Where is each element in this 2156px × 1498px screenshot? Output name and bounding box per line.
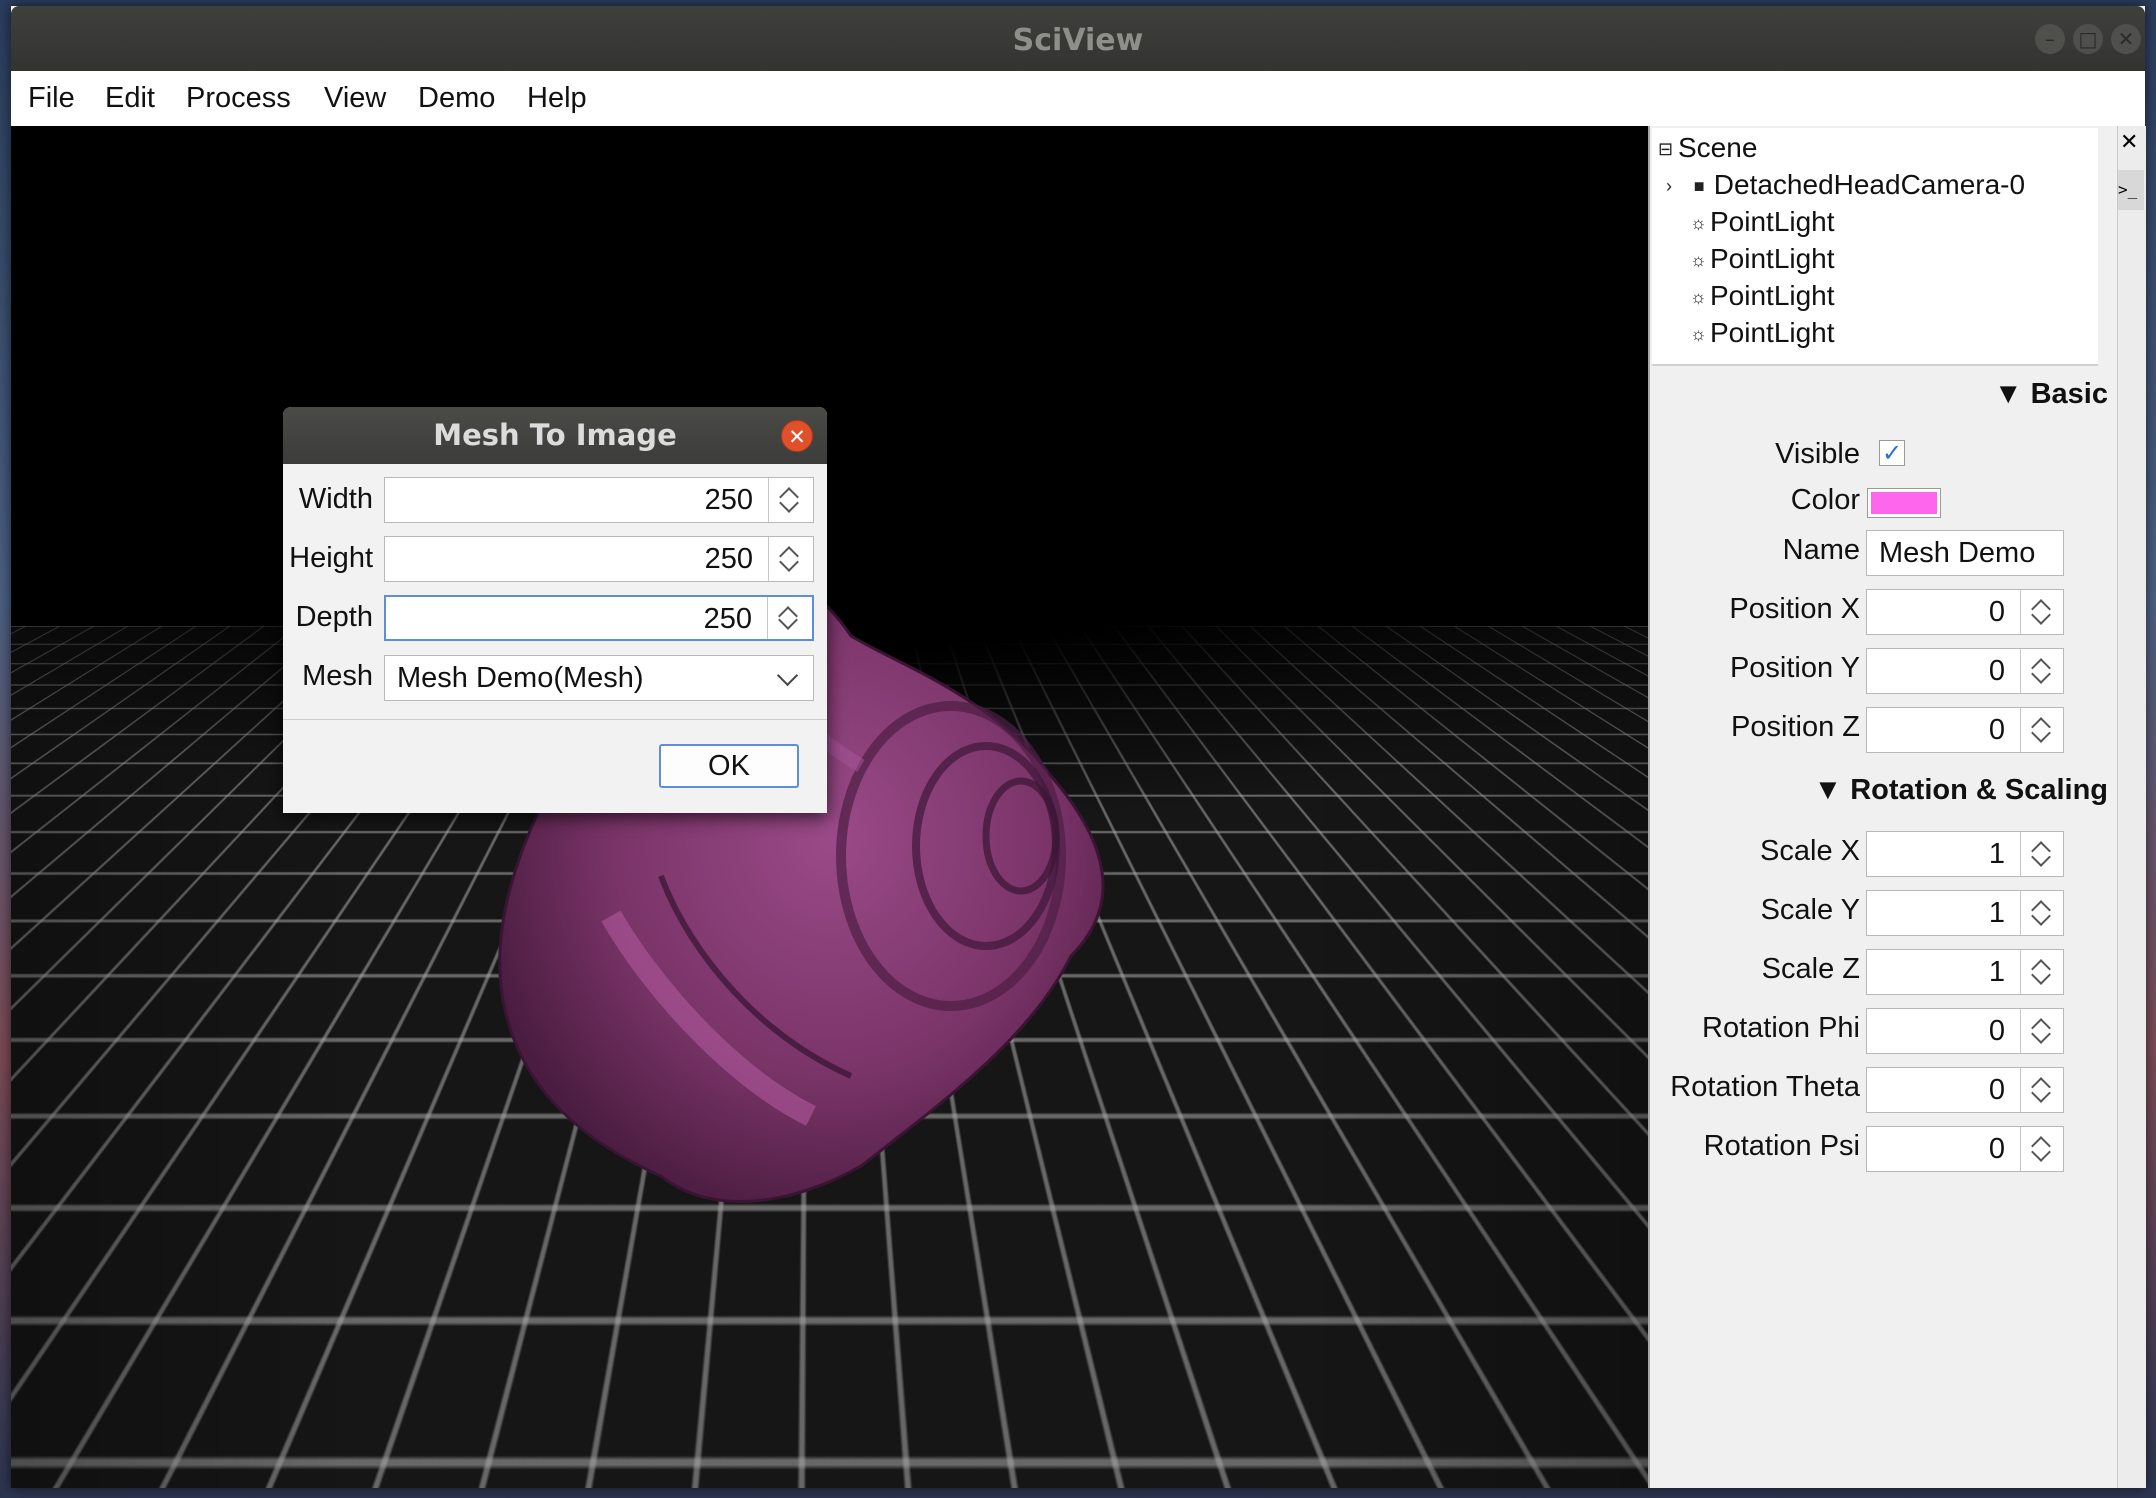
dialog-title-bar[interactable]: Mesh To Image ✕ — [283, 407, 827, 464]
inspector-panel: ⊟ Scene › ■ DetachedHeadCamera-0 ☼ PointLig… — [1648, 126, 2130, 1488]
visible-checkbox[interactable]: ✓ — [1879, 440, 1905, 466]
name-label: Name — [1782, 534, 1860, 566]
tree-item-camera[interactable]: › ■ DetachedHeadCamera-0 — [1666, 169, 2025, 201]
tree-item-light[interactable]: ☼ PointLight — [1690, 206, 1835, 238]
spinner-arrows[interactable] — [767, 597, 812, 639]
close-button[interactable]: ✕ — [2111, 24, 2141, 54]
rotation-theta-spinner[interactable]: 0 — [1866, 1067, 2064, 1113]
menu-demo[interactable]: Demo — [418, 71, 495, 126]
menu-help[interactable]: Help — [527, 71, 587, 126]
light-icon: ☼ — [1690, 324, 1707, 345]
spinner-arrows[interactable] — [2020, 1127, 2063, 1171]
name-field[interactable]: Mesh Demo — [1866, 530, 2064, 576]
tree-item-light[interactable]: ☼ PointLight — [1690, 317, 1835, 349]
section-rotation-scaling[interactable]: ▼ Rotation & Scaling — [1710, 774, 2108, 807]
color-label: Color — [1790, 484, 1860, 516]
spinner-arrows[interactable] — [2020, 950, 2063, 994]
mesh-label: Mesh — [302, 660, 373, 692]
section-basic[interactable]: ▼ Basic — [1850, 378, 2108, 411]
width-spinner[interactable]: 250 — [384, 477, 814, 523]
rotation-phi-label: Rotation Phi — [1702, 1012, 1860, 1044]
depth-label: Depth — [295, 601, 373, 633]
scene-tree[interactable]: ⊟ Scene › ■ DetachedHeadCamera-0 ☼ PointLig… — [1652, 128, 2098, 366]
light-icon: ☼ — [1690, 213, 1707, 234]
color-swatch[interactable] — [1867, 488, 1941, 518]
mesh-to-image-dialog: Mesh To Image ✕ Width 250 Height 250 Dep… — [283, 407, 827, 813]
position-z-spinner[interactable]: 0 — [1866, 707, 2064, 753]
menu-process[interactable]: Process — [186, 71, 291, 126]
menu-file[interactable]: File — [28, 71, 75, 126]
spinner-arrows[interactable] — [2020, 708, 2063, 752]
position-y-spinner[interactable]: 0 — [1866, 648, 2064, 694]
window-title: SciView — [1012, 23, 1144, 58]
light-icon: ☼ — [1690, 287, 1707, 308]
spinner-arrows[interactable] — [768, 537, 813, 581]
side-toolbar: ✕ >_ — [2117, 126, 2146, 1488]
scale-x-spinner[interactable]: 1 — [1866, 831, 2064, 877]
tree-root[interactable]: ⊟ Scene — [1658, 132, 1757, 164]
light-icon: ☼ — [1690, 250, 1707, 271]
menu-view[interactable]: View — [324, 71, 386, 126]
close-inspector-icon[interactable]: ✕ — [2120, 130, 2138, 155]
rotation-phi-spinner[interactable]: 0 — [1866, 1008, 2064, 1054]
spinner-arrows[interactable] — [768, 478, 813, 522]
dialog-title: Mesh To Image — [433, 418, 677, 452]
height-spinner[interactable]: 250 — [384, 536, 814, 582]
chevron-down-icon — [776, 664, 799, 687]
title-bar[interactable]: SciView – □ ✕ — [11, 6, 2145, 71]
tree-item-light[interactable]: ☼ PointLight — [1690, 280, 1835, 312]
position-z-label: Position Z — [1731, 711, 1860, 743]
position-x-spinner[interactable]: 0 — [1866, 589, 2064, 635]
chevron-right-icon[interactable]: › — [1666, 176, 1686, 197]
spinner-arrows[interactable] — [2020, 1009, 2063, 1053]
collapse-icon[interactable]: ⊟ — [1658, 139, 1678, 160]
rotation-theta-label: Rotation Theta — [1670, 1071, 1860, 1103]
minimize-button[interactable]: – — [2035, 24, 2065, 54]
visible-label: Visible — [1775, 438, 1860, 470]
rotation-psi-spinner[interactable]: 0 — [1866, 1126, 2064, 1172]
spinner-arrows[interactable] — [2020, 649, 2063, 693]
scale-z-label: Scale Z — [1761, 953, 1860, 985]
depth-spinner[interactable]: 250 — [384, 595, 814, 641]
dialog-close-button[interactable]: ✕ — [781, 420, 813, 452]
mesh-select[interactable]: Mesh Demo(Mesh) — [384, 655, 814, 701]
ok-button[interactable]: OK — [659, 744, 799, 788]
spinner-arrows[interactable] — [2020, 590, 2063, 634]
rotation-psi-label: Rotation Psi — [1703, 1130, 1860, 1162]
spinner-arrows[interactable] — [2020, 1068, 2063, 1112]
scale-x-label: Scale X — [1760, 835, 1860, 867]
scale-y-label: Scale Y — [1760, 894, 1860, 926]
maximize-button[interactable]: □ — [2073, 24, 2103, 54]
3d-viewport[interactable] — [11, 126, 1648, 1488]
menu-edit[interactable]: Edit — [105, 71, 155, 126]
scale-z-spinner[interactable]: 1 — [1866, 949, 2064, 995]
dialog-divider — [283, 719, 827, 720]
console-icon[interactable]: >_ — [2118, 170, 2144, 210]
scale-y-spinner[interactable]: 1 — [1866, 890, 2064, 936]
tree-item-light[interactable]: ☼ PointLight — [1690, 243, 1835, 275]
position-x-label: Position X — [1729, 593, 1860, 625]
height-label: Height — [289, 542, 373, 574]
spinner-arrows[interactable] — [2020, 832, 2063, 876]
spinner-arrows[interactable] — [2020, 891, 2063, 935]
position-y-label: Position Y — [1729, 652, 1860, 684]
camera-icon: ■ — [1693, 176, 1705, 197]
width-label: Width — [298, 483, 373, 515]
menu-bar: File Edit Process View Demo Help — [11, 71, 2145, 127]
